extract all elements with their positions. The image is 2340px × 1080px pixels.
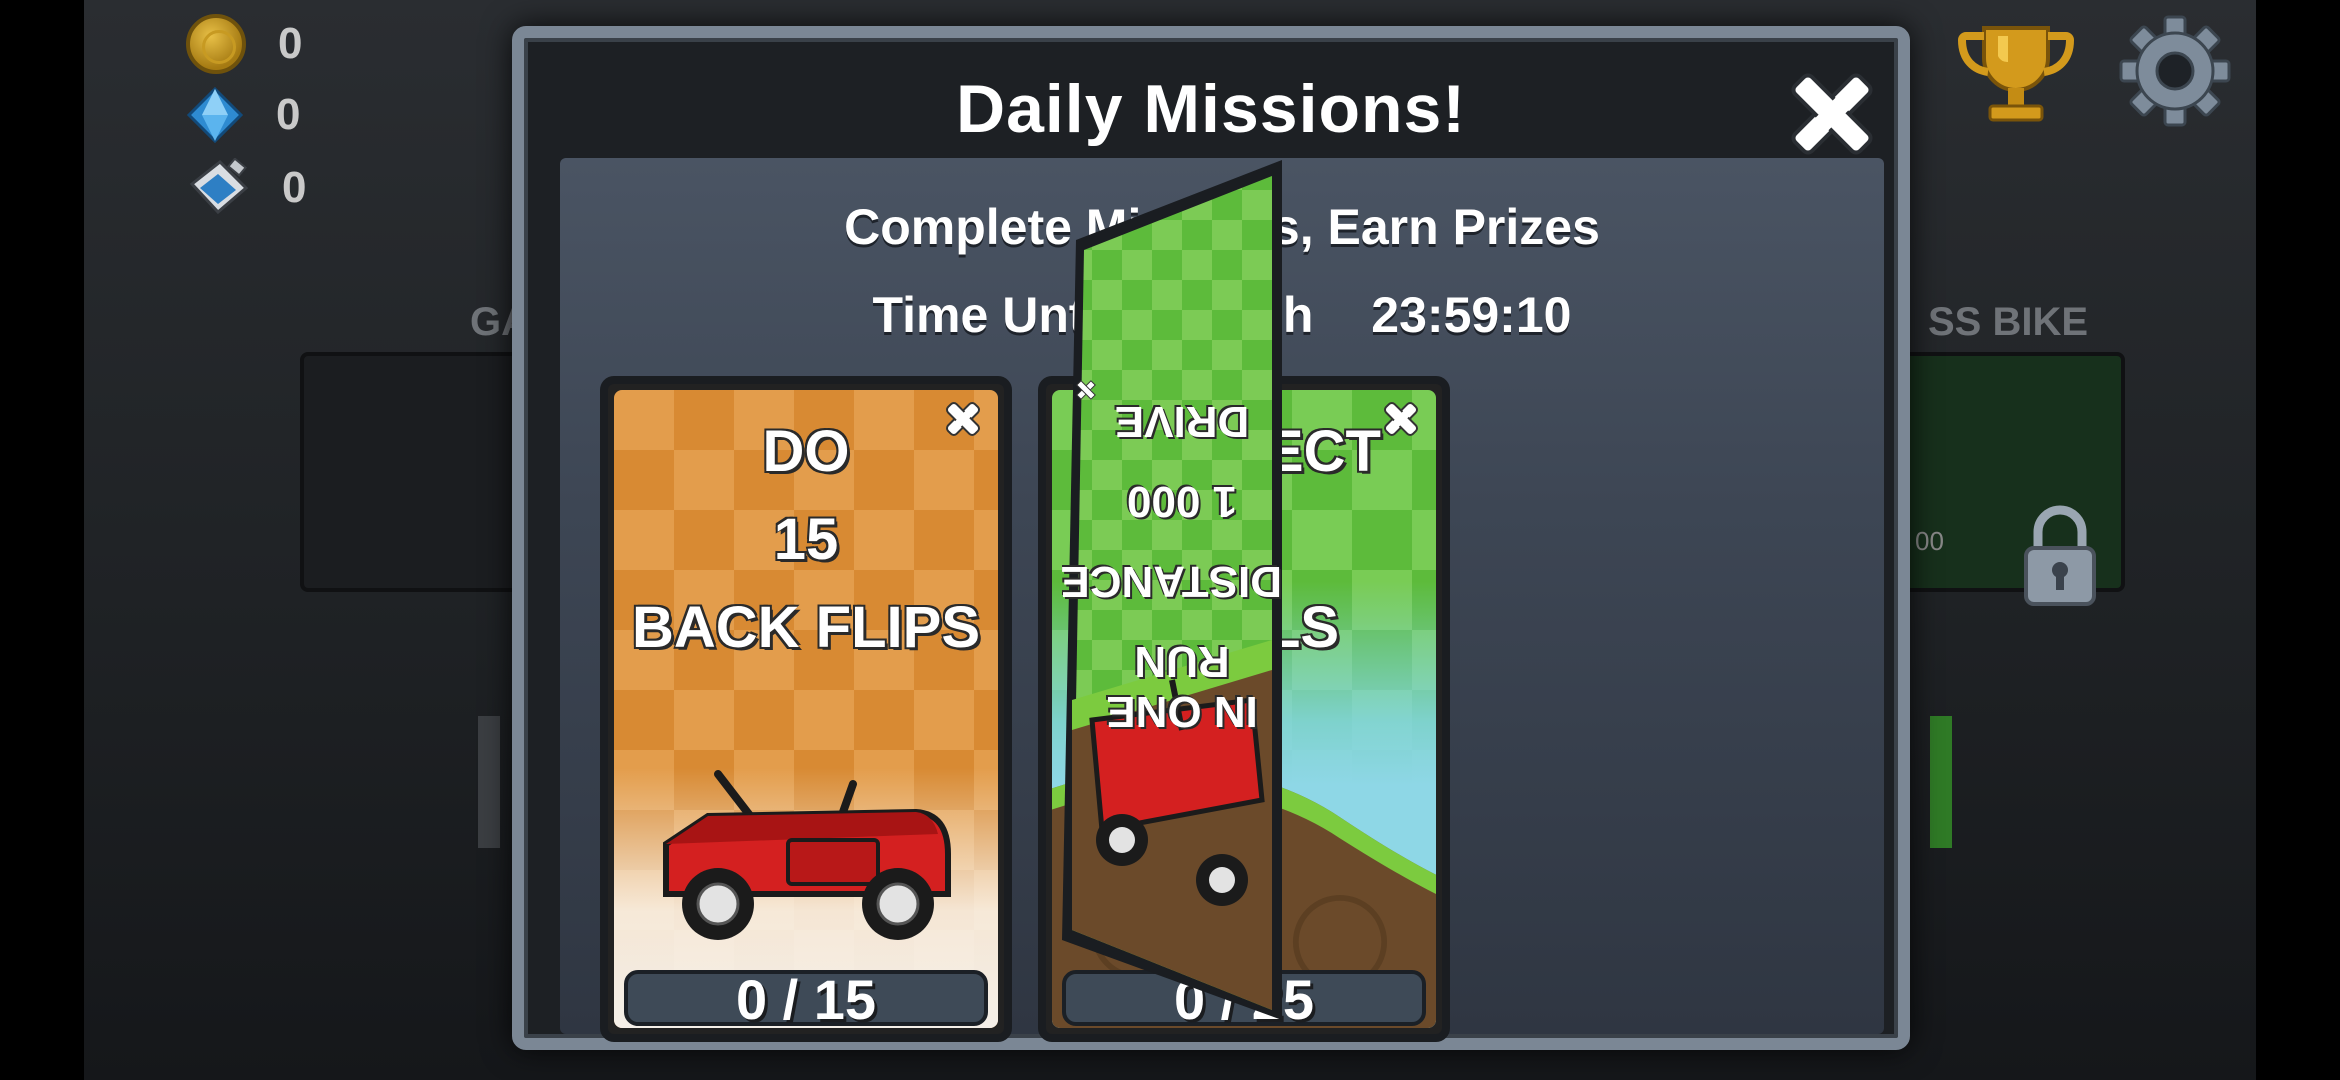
gem-icon [186, 86, 244, 144]
mission-condition: IN ONE RUN [1106, 637, 1258, 736]
mission-progress-text: 0 / 15 [735, 968, 877, 1031]
screen-edge-right [2256, 0, 2340, 1080]
background-vehicle-label-right: SS BIKE [1928, 300, 2089, 344]
dialog-title: Daily Missions! [955, 71, 1467, 147]
mission-action: DRIVE [1114, 397, 1250, 446]
skip-mission-icon[interactable] [942, 398, 984, 440]
red-jeep-icon [663, 770, 951, 940]
background-button-right [1930, 716, 1952, 848]
trophy-icon[interactable] [1958, 18, 2074, 128]
fuel-can-icon [189, 158, 249, 215]
skip-mission-icon[interactable] [1380, 398, 1422, 440]
mission-target: DISTANCE [1062, 557, 1282, 606]
mission-card-back-flips[interactable]: DO 15 BACK FLIPS 0 / 15 [600, 376, 1012, 1042]
mission-target: BACK FLIPS [632, 595, 980, 660]
close-icon[interactable] [1782, 64, 1882, 164]
gear-icon[interactable] [2118, 14, 2232, 128]
refresh-timer-value: 23:59:10 [1371, 287, 1572, 343]
screen-edge-left [0, 0, 84, 1080]
mission-card-drive-distance[interactable]: DRIVE 1 000 DISTANCE IN ONE RUN [1062, 160, 1282, 1060]
coin-count: 0 [278, 19, 303, 68]
background-vehicle-price: 00 [1915, 526, 1944, 556]
coin-icon [186, 14, 246, 74]
coin-counter: 0 [186, 14, 302, 74]
mission-amount: 15 [773, 507, 839, 572]
mission-amount: 1 000 [1126, 477, 1238, 526]
lock-icon [2024, 505, 2096, 606]
gem-count: 0 [276, 90, 301, 139]
fuel-count: 0 [282, 163, 307, 212]
gem-counter: 0 [186, 86, 300, 144]
fuel-counter: 0 [186, 158, 306, 218]
background-button-left [478, 716, 500, 848]
